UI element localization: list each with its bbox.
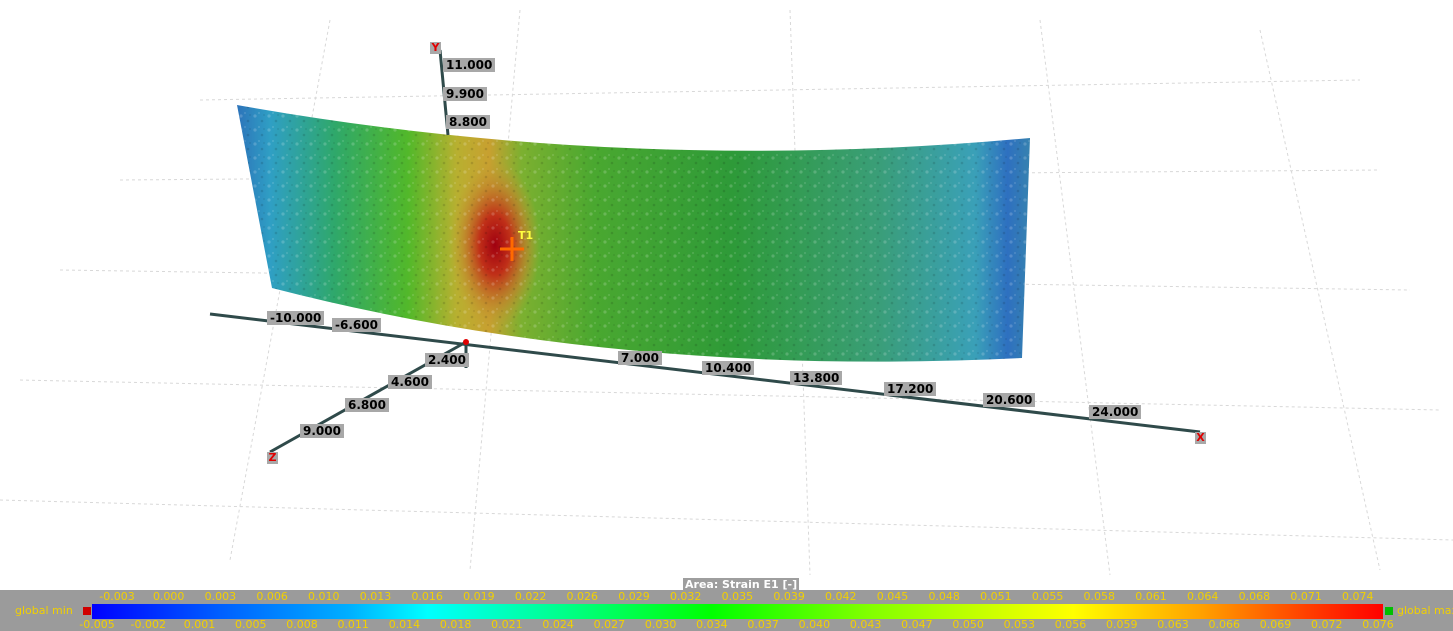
legend-bottom-tick: -0.005 bbox=[79, 618, 115, 631]
legend-top-tick: 0.055 bbox=[1031, 590, 1064, 603]
3d-scene[interactable] bbox=[0, 0, 1453, 631]
z-axis-letter: Z bbox=[267, 451, 278, 464]
legend-top-tick: 0.035 bbox=[721, 590, 754, 603]
x-tick-label: 24.000 bbox=[1089, 405, 1142, 419]
legend-bottom-tick: -0.002 bbox=[130, 618, 166, 631]
x-tick-label: 20.600 bbox=[983, 393, 1036, 407]
legend-top-tick: 0.039 bbox=[773, 590, 805, 603]
legend-top-tick: 0.045 bbox=[876, 590, 909, 603]
legend-top-tick: 0.051 bbox=[980, 590, 1012, 603]
legend-top-tick: 0.010 bbox=[308, 590, 340, 603]
x-tick-label: 10.400 bbox=[702, 361, 755, 375]
y-tick-label: 11.000 bbox=[443, 58, 496, 72]
legend-top-tick: 0.000 bbox=[152, 590, 185, 603]
legend-top-tick: 0.074 bbox=[1342, 590, 1374, 603]
legend-bottom-tick: 0.043 bbox=[849, 618, 882, 631]
marker-label: T1 bbox=[518, 229, 534, 242]
y-tick-label: 9.900 bbox=[443, 87, 487, 101]
legend-bottom-tick: 0.008 bbox=[286, 618, 318, 631]
legend-bottom-tick: 0.018 bbox=[439, 618, 472, 631]
global-max-swatch[interactable] bbox=[1385, 607, 1393, 615]
legend-bottom-tick: 0.056 bbox=[1054, 618, 1087, 631]
global-min-swatch[interactable] bbox=[83, 607, 91, 615]
legend-bottom-tick: 0.047 bbox=[901, 618, 933, 631]
x-tick-label: -6.600 bbox=[332, 318, 381, 332]
z-tick-label: 6.800 bbox=[345, 398, 389, 412]
z-tick-label: 2.400 bbox=[425, 353, 469, 367]
x-tick-label: 13.800 bbox=[790, 371, 843, 385]
legend-bottom-tick: 0.037 bbox=[747, 618, 779, 631]
legend-bottom-tick: 0.066 bbox=[1208, 618, 1241, 631]
legend-top-tick: 0.058 bbox=[1083, 590, 1116, 603]
x-tick-label: -10.000 bbox=[267, 311, 325, 325]
legend-bottom-tick: 0.059 bbox=[1106, 618, 1138, 631]
legend-bottom-tick: 0.024 bbox=[542, 618, 574, 631]
legend-top-tick: 0.048 bbox=[928, 590, 960, 603]
legend-bottom-tick: 0.063 bbox=[1157, 618, 1189, 631]
x-axis-letter: X bbox=[1195, 431, 1206, 444]
legend-bottom-tick: 0.011 bbox=[337, 618, 369, 631]
y-axis-letter: Y bbox=[430, 41, 441, 54]
legend-bottom-tick: 0.030 bbox=[644, 618, 677, 631]
legend-bottom-tick: 0.014 bbox=[388, 618, 421, 631]
legend-top-tick: 0.042 bbox=[825, 590, 857, 603]
global-min-label: global min bbox=[15, 604, 73, 617]
legend-bottom-tick: 0.040 bbox=[798, 618, 831, 631]
legend-top-tick: 0.003 bbox=[204, 590, 237, 603]
colorbar[interactable] bbox=[92, 604, 1383, 619]
legend-top-tick: 0.071 bbox=[1290, 590, 1322, 603]
legend-top-tick: 0.013 bbox=[359, 590, 392, 603]
3d-viewport[interactable]: Y X Z 11.000 9.900 8.800 -10.000 -6.600 … bbox=[0, 0, 1453, 631]
z-tick-label: 4.600 bbox=[388, 375, 432, 389]
legend-bottom-tick: 0.034 bbox=[696, 618, 728, 631]
y-tick-label: 8.800 bbox=[446, 115, 490, 129]
strain-surface bbox=[237, 105, 1030, 362]
z-tick-label: 9.000 bbox=[300, 424, 344, 438]
global-max-label: global max bbox=[1397, 604, 1453, 617]
legend-top-tick: 0.022 bbox=[514, 590, 547, 603]
x-tick-label: 7.000 bbox=[618, 351, 662, 365]
legend-top-tick: 0.019 bbox=[463, 590, 495, 603]
legend-top-tick: 0.032 bbox=[669, 590, 702, 603]
legend-top-tick: 0.064 bbox=[1186, 590, 1219, 603]
x-tick-label: 17.200 bbox=[884, 382, 937, 396]
origin-icon bbox=[463, 339, 469, 345]
legend-top-tick: 0.029 bbox=[618, 590, 650, 603]
legend-top-tick: 0.006 bbox=[256, 590, 288, 603]
legend-bottom-tick: 0.005 bbox=[234, 618, 267, 631]
color-legend[interactable]: -0.003 0.000 0.003 0.006 0.010 0.013 0.016 0.01… bbox=[0, 590, 1453, 631]
legend-bottom-tick: 0.069 bbox=[1259, 618, 1292, 631]
legend-top-tick: -0.003 bbox=[99, 590, 135, 603]
legend-top-tick: 0.016 bbox=[411, 590, 443, 603]
legend-bottom-tick: 0.050 bbox=[952, 618, 984, 631]
legend-top-tick: 0.061 bbox=[1135, 590, 1167, 603]
legend-bottom-tick: 0.001 bbox=[183, 618, 216, 631]
legend-top-tick: 0.068 bbox=[1238, 590, 1271, 603]
legend-bottom-tick: 0.076 bbox=[1362, 618, 1394, 631]
legend-bottom-tick: 0.053 bbox=[1003, 618, 1036, 631]
legend-bottom-tick: 0.021 bbox=[491, 618, 523, 631]
legend-top-tick: 0.026 bbox=[566, 590, 599, 603]
legend-bottom-tick: 0.027 bbox=[593, 618, 626, 631]
legend-bottom-tick: 0.072 bbox=[1311, 618, 1343, 631]
